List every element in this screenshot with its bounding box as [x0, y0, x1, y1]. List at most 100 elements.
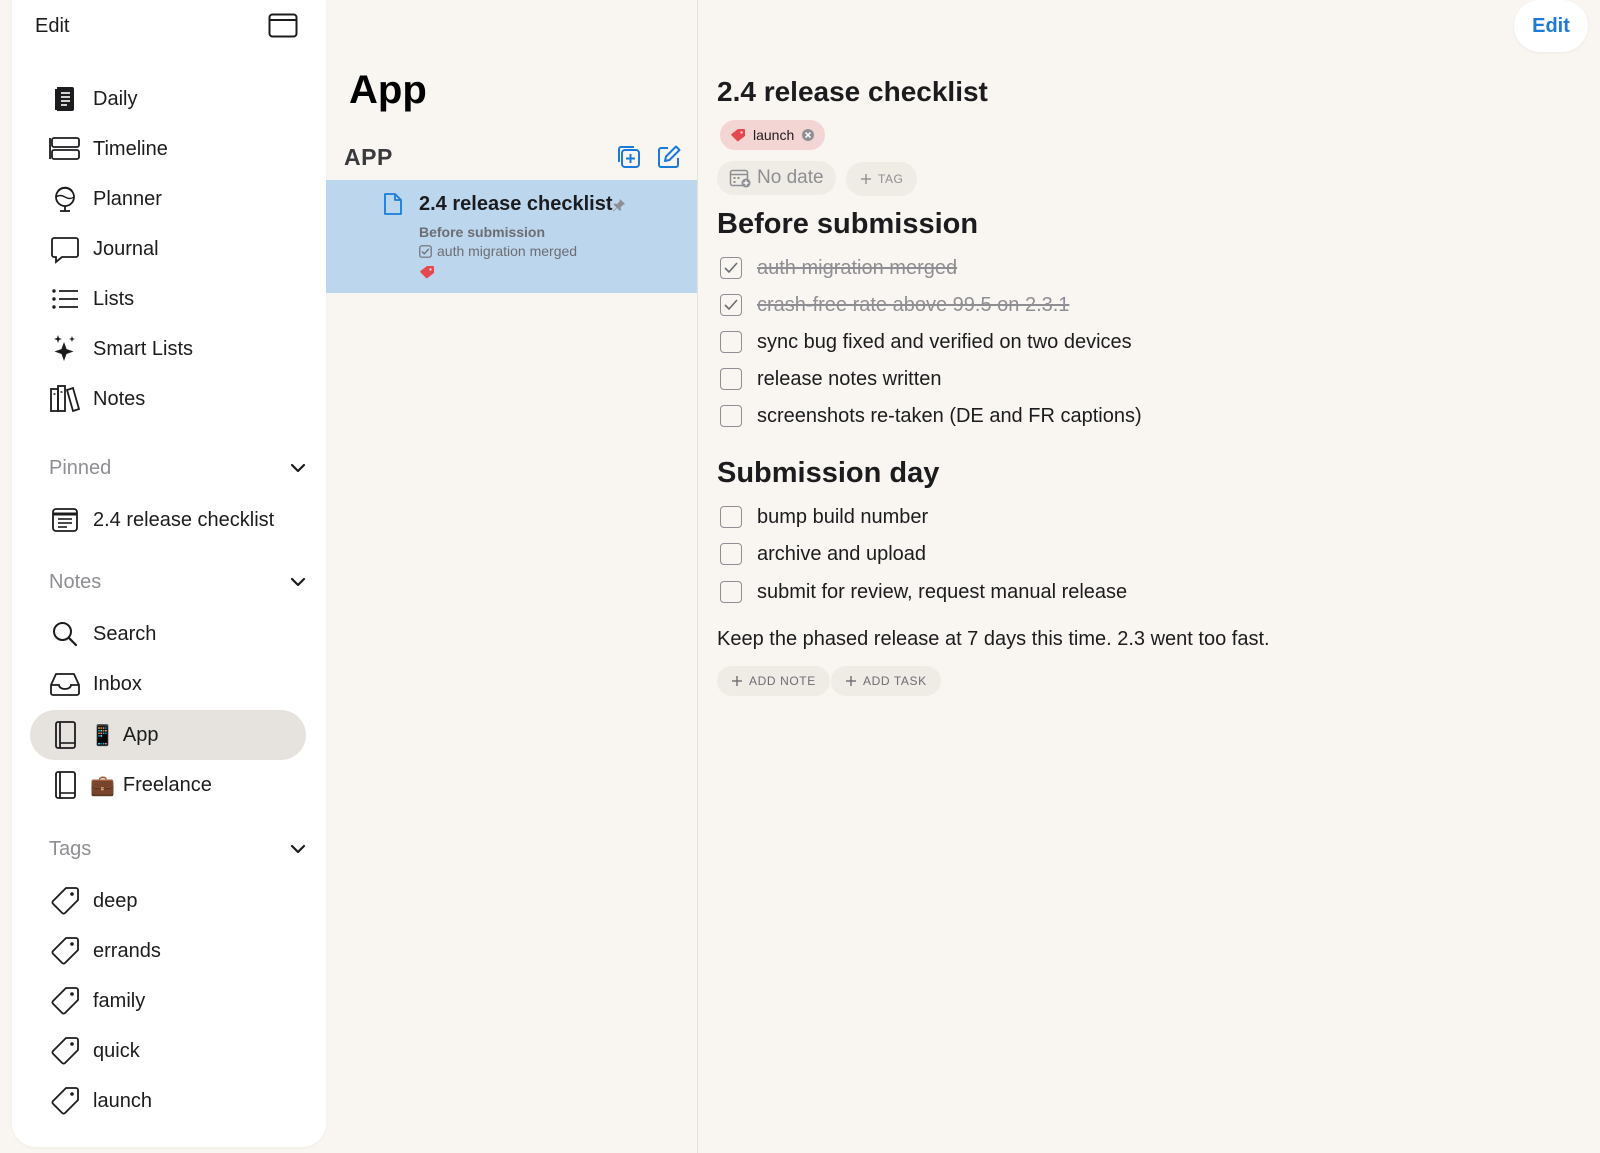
note-subtitle: Before submission: [419, 224, 546, 240]
checkbox-unchecked[interactable]: [720, 543, 742, 565]
add-note-label: ADD NOTE: [749, 674, 816, 688]
tag-icon: [48, 1084, 82, 1118]
sidebar-tag-deep[interactable]: deep: [30, 876, 306, 926]
section-heading[interactable]: Submission day: [717, 457, 939, 490]
date-label: No date: [757, 167, 824, 188]
sidebar-item-label: Notes: [93, 387, 146, 410]
task-text: sync bug fixed and verified on two devic…: [757, 330, 1132, 353]
sidebar-item-label: errands: [93, 939, 161, 962]
add-task-button[interactable]: ADD TASK: [831, 666, 941, 696]
checkbox-unchecked[interactable]: [720, 506, 742, 528]
sidebar-item-freelance[interactable]: 💼 Freelance: [30, 760, 306, 810]
sidebar-item-inbox[interactable]: Inbox: [30, 659, 306, 709]
sidebar-item-journal[interactable]: Journal: [30, 224, 306, 274]
sidebar-item-label: Lists: [93, 287, 135, 310]
list-icon: [48, 282, 82, 316]
add-task-label: ADD TASK: [863, 674, 927, 688]
sidebar-item-label: family: [93, 989, 146, 1012]
task-item[interactable]: release notes written: [720, 363, 942, 395]
sidebar-item-label: launch: [93, 1089, 152, 1112]
chevron-down-icon[interactable]: [289, 576, 307, 588]
section-title: Pinned: [49, 456, 112, 479]
add-note-button[interactable]: ADD NOTE: [717, 666, 830, 696]
chevron-down-icon[interactable]: [289, 843, 307, 855]
section-title: Notes: [49, 570, 102, 593]
checkbox-unchecked[interactable]: [720, 368, 742, 390]
timeline-icon: [48, 132, 82, 166]
sidebar-item-notes[interactable]: Notes: [30, 374, 306, 424]
sidebar-header: Edit: [12, 0, 326, 52]
plus-icon: [845, 675, 857, 687]
sidebar-item-smart-lists[interactable]: Smart Lists: [30, 324, 306, 374]
notebook-label: APP: [344, 143, 393, 170]
sidebar-tag-quick[interactable]: quick: [30, 1026, 306, 1076]
document-icon: [383, 192, 403, 216]
checkbox-unchecked[interactable]: [720, 581, 742, 603]
sidebar-tag-launch[interactable]: launch: [30, 1076, 306, 1126]
sidebar-item-app[interactable]: 📱 App: [30, 710, 306, 760]
task-item[interactable]: auth migration merged: [720, 252, 957, 284]
task-item[interactable]: bump build number: [720, 501, 928, 533]
tag-chip-launch[interactable]: launch: [720, 120, 826, 150]
tag-red-icon: [730, 128, 746, 142]
task-item[interactable]: screenshots re-taken (DE and FR captions…: [720, 400, 1142, 432]
remove-tag-icon[interactable]: [801, 128, 815, 142]
section-header-pinned[interactable]: Pinned: [49, 453, 307, 483]
calendar-add-icon: [729, 168, 751, 188]
checkbox-checked[interactable]: [720, 257, 742, 279]
add-tag-button[interactable]: TAG: [846, 162, 918, 196]
sidebar-edit-button[interactable]: Edit: [35, 15, 69, 38]
plus-icon: [860, 173, 872, 185]
sidebar-tag-family[interactable]: family: [30, 976, 306, 1026]
task-item[interactable]: sync bug fixed and verified on two devic…: [720, 326, 1132, 358]
phone-emoji-icon: 📱: [90, 724, 115, 747]
task-text: release notes written: [757, 367, 942, 390]
date-picker-button[interactable]: No date: [717, 161, 836, 195]
sidebar-item-search[interactable]: Search: [30, 609, 306, 659]
tag-chip-label: launch: [753, 127, 795, 143]
sidebar-item-lists[interactable]: Lists: [30, 274, 306, 324]
notebook-title: App: [349, 68, 427, 112]
checkbox-checked[interactable]: [720, 294, 742, 316]
task-item[interactable]: archive and upload: [720, 538, 926, 570]
note-title[interactable]: 2.4 release checklist: [717, 76, 988, 108]
checkbox-unchecked[interactable]: [720, 405, 742, 427]
task-item[interactable]: crash-free rate above 99.5 on 2.3.1: [720, 289, 1069, 321]
planner-icon: [48, 182, 82, 216]
pin-icon: [612, 198, 626, 212]
sidebar-item-label: Timeline: [93, 137, 168, 160]
note-paragraph[interactable]: Keep the phased release at 7 days this t…: [717, 628, 1270, 651]
pane-divider: [697, 0, 698, 1153]
books-icon: [48, 382, 82, 416]
note-title: 2.4 release checklist: [419, 193, 613, 215]
sidebar-item-label: quick: [93, 1039, 140, 1062]
chevron-down-icon[interactable]: [289, 462, 307, 474]
section-header-tags[interactable]: Tags: [49, 834, 307, 864]
plus-icon: [731, 675, 743, 687]
edit-button[interactable]: Edit: [1514, 0, 1588, 52]
note-list-item[interactable]: 2.4 release checklist Before submission …: [326, 180, 697, 293]
task-item[interactable]: submit for review, request manual releas…: [720, 576, 1127, 608]
compose-note-icon[interactable]: [656, 144, 682, 170]
sidebar-item-timeline[interactable]: Timeline: [30, 124, 306, 174]
notebook-icon: [48, 768, 82, 802]
add-notebook-icon[interactable]: [616, 144, 642, 170]
sidebar-item-label: Journal: [93, 237, 159, 260]
task-text: crash-free rate above 99.5 on 2.3.1: [757, 293, 1070, 316]
task-text: screenshots re-taken (DE and FR captions…: [757, 404, 1142, 427]
inbox-icon: [48, 667, 82, 701]
section-header-notes[interactable]: Notes: [49, 567, 307, 597]
task-text: bump build number: [757, 505, 929, 528]
sidebar-item-pinned-note[interactable]: 2.4 release checklist: [30, 495, 306, 545]
section-heading[interactable]: Before submission: [717, 208, 978, 241]
sidebar-item-label: Planner: [93, 187, 162, 210]
sidebar-item-label: Smart Lists: [93, 337, 194, 360]
checkbox-checked-icon: [419, 244, 432, 258]
tag-icon: [48, 884, 82, 918]
sidebar-tag-errands[interactable]: errands: [30, 926, 306, 976]
sidebar-toggle-icon[interactable]: [268, 13, 298, 39]
checkbox-unchecked[interactable]: [720, 331, 742, 353]
sidebar-item-planner[interactable]: Planner: [30, 174, 306, 224]
add-tag-label: TAG: [878, 172, 904, 186]
sidebar-item-daily[interactable]: Daily: [30, 74, 306, 124]
